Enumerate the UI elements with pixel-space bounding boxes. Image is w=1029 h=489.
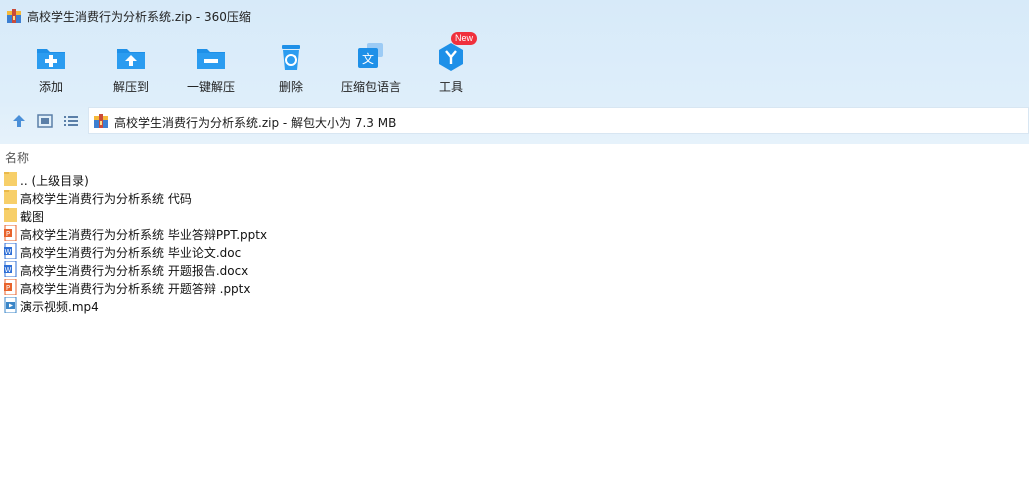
list-item[interactable]: 截图 (0, 206, 1029, 224)
list-item[interactable]: .. (上级目录) (0, 170, 1029, 188)
archive-language-label: 压缩包语言 (340, 80, 401, 94)
one-click-extract-button[interactable]: 一键解压 (171, 38, 251, 98)
extract-to-icon (117, 49, 145, 69)
file-name: 演示视频.mp4 (20, 300, 99, 314)
one-click-extract-label: 一键解压 (186, 80, 235, 94)
svg-text:P: P (6, 284, 10, 292)
list-item[interactable]: W 高校学生消费行为分析系统 开题报告.docx (0, 260, 1029, 278)
add-icon (37, 49, 65, 69)
svg-text:文: 文 (362, 51, 374, 66)
extract-to-button[interactable]: 解压到 (91, 38, 171, 98)
file-name: 高校学生消费行为分析系统 开题答辩 .pptx (20, 282, 251, 296)
delete-icon (282, 45, 300, 70)
file-name: 高校学生消费行为分析系统 代码 (20, 192, 192, 206)
word-file-icon: W (4, 261, 17, 277)
add-label: 添加 (38, 80, 63, 94)
window-title: 高校学生消费行为分析系统.zip - 360压缩 (27, 10, 251, 24)
folder-icon (4, 208, 17, 222)
list-item[interactable]: P 高校学生消费行为分析系统 开题答辩 .pptx (0, 278, 1029, 296)
list-item[interactable]: 演示视频.mp4 (0, 296, 1029, 314)
delete-label: 删除 (278, 80, 303, 94)
archive-file-icon (94, 114, 108, 128)
top-panel: 高校学生消费行为分析系统.zip - 360压缩 添加 解压到 一键解压 删除 … (0, 0, 1029, 144)
word-file-icon: W (4, 243, 17, 259)
one-click-extract-icon (197, 49, 225, 69)
tools-icon (439, 43, 463, 71)
video-file-icon (4, 297, 17, 313)
list-header: 名称 (0, 146, 1029, 166)
thumbnail-view-icon[interactable] (37, 113, 53, 129)
list-item[interactable]: 高校学生消费行为分析系统 代码 (0, 188, 1029, 206)
svg-text:P: P (6, 230, 10, 238)
folder-icon (4, 172, 17, 186)
archive-language-icon: 文 (358, 43, 383, 68)
column-name-header[interactable]: 名称 (5, 149, 29, 166)
extract-to-label: 解压到 (112, 80, 149, 94)
address-bar[interactable]: 高校学生消费行为分析系统.zip - 解包大小为 7.3 MB (88, 107, 1029, 134)
file-name: .. (上级目录) (20, 174, 89, 188)
powerpoint-file-icon: P (4, 279, 17, 295)
file-name: 高校学生消费行为分析系统 毕业论文.doc (20, 246, 242, 260)
tools-label: 工具 (438, 80, 463, 94)
new-badge: New (451, 32, 477, 45)
title-bar: 高校学生消费行为分析系统.zip - 360压缩 (0, 0, 1029, 32)
add-button[interactable]: 添加 (11, 38, 91, 98)
up-arrow-icon[interactable] (11, 113, 27, 129)
list-item[interactable]: P 高校学生消费行为分析系统 毕业答辩PPT.pptx (0, 224, 1029, 242)
file-name: 高校学生消费行为分析系统 毕业答辩PPT.pptx (20, 228, 268, 242)
file-name: 截图 (20, 210, 45, 224)
svg-text:W: W (5, 266, 12, 274)
address-path: 高校学生消费行为分析系统.zip - 解包大小为 7.3 MB (114, 116, 397, 130)
list-item[interactable]: W 高校学生消费行为分析系统 毕业论文.doc (0, 242, 1029, 260)
powerpoint-file-icon: P (4, 225, 17, 241)
file-list: .. (上级目录) 高校学生消费行为分析系统 代码 截图 P 高校学生消费行为分… (0, 170, 1029, 314)
folder-icon (4, 190, 17, 204)
archive-language-button[interactable]: 文 压缩包语言 (331, 38, 411, 98)
file-name: 高校学生消费行为分析系统 开题报告.docx (20, 264, 249, 278)
delete-button[interactable]: 删除 (251, 38, 331, 98)
svg-text:W: W (5, 248, 12, 256)
toolbar: 添加 解压到 一键解压 删除 文 压缩包语言 New 工具 (0, 32, 1029, 98)
archive-app-icon (7, 9, 21, 23)
tools-button[interactable]: New 工具 (411, 32, 491, 98)
list-view-icon[interactable] (63, 113, 79, 129)
